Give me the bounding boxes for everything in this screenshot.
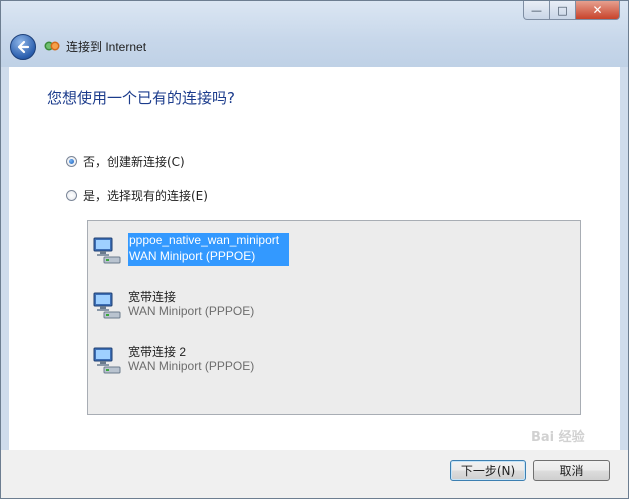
connection-name: 宽带连接 bbox=[128, 290, 177, 304]
dialog-footer: 下一步(N) 取消 bbox=[1, 450, 628, 498]
option-create-new[interactable]: 否，创建新连接(C) bbox=[66, 153, 185, 170]
caption-buttons: — □ ✕ bbox=[523, 1, 620, 20]
option-use-existing-label: 是，选择现有的连接(E) bbox=[83, 189, 208, 203]
radio-use-existing[interactable] bbox=[66, 190, 77, 201]
connection-list[interactable]: pppoe_native_wan_miniport WAN Miniport (… bbox=[87, 220, 581, 415]
network-connection-icon bbox=[93, 347, 121, 374]
window-title: 连接到 Internet bbox=[66, 40, 147, 54]
connection-device: WAN Miniport (PPPOE) bbox=[128, 304, 255, 318]
connection-name: 宽带连接 2 bbox=[128, 345, 187, 359]
back-arrow-icon bbox=[17, 40, 30, 54]
connection-device: WAN Miniport (PPPOE) bbox=[128, 359, 255, 373]
network-connection-icon bbox=[93, 237, 121, 264]
maximize-button[interactable]: □ bbox=[550, 1, 576, 20]
page-heading: 您想使用一个已有的连接吗? bbox=[47, 89, 235, 107]
next-button[interactable]: 下一步(N) bbox=[450, 460, 526, 481]
connection-device: WAN Miniport (PPPOE) bbox=[128, 249, 257, 263]
dialog-content: 您想使用一个已有的连接吗? 否，创建新连接(C) 是，选择现有的连接(E) pp… bbox=[9, 67, 620, 450]
network-connection-icon bbox=[93, 292, 121, 319]
cancel-button[interactable]: 取消 bbox=[533, 460, 610, 481]
connect-internet-icon bbox=[44, 41, 60, 51]
connection-item[interactable]: 宽带连接 2 WAN Miniport (PPPOE) bbox=[92, 343, 332, 383]
back-button[interactable] bbox=[10, 34, 36, 60]
option-use-existing[interactable]: 是，选择现有的连接(E) bbox=[66, 187, 208, 204]
maximize-icon: □ bbox=[557, 3, 568, 17]
connection-item[interactable]: pppoe_native_wan_miniport WAN Miniport (… bbox=[92, 233, 332, 273]
watermark: Bai 经验 bbox=[531, 430, 585, 445]
close-icon: ✕ bbox=[592, 3, 603, 17]
dialog-window: — □ ✕ 连接到 Internet 您想使用一个已有的连接吗? 否，创建新连接… bbox=[0, 0, 629, 499]
minimize-button[interactable]: — bbox=[523, 1, 550, 20]
minimize-icon: — bbox=[531, 3, 542, 17]
connection-item[interactable]: 宽带连接 WAN Miniport (PPPOE) bbox=[92, 288, 332, 328]
close-button[interactable]: ✕ bbox=[576, 1, 620, 20]
connection-name: pppoe_native_wan_miniport bbox=[128, 233, 281, 247]
option-create-new-label: 否，创建新连接(C) bbox=[83, 155, 185, 169]
radio-create-new[interactable] bbox=[66, 156, 77, 167]
